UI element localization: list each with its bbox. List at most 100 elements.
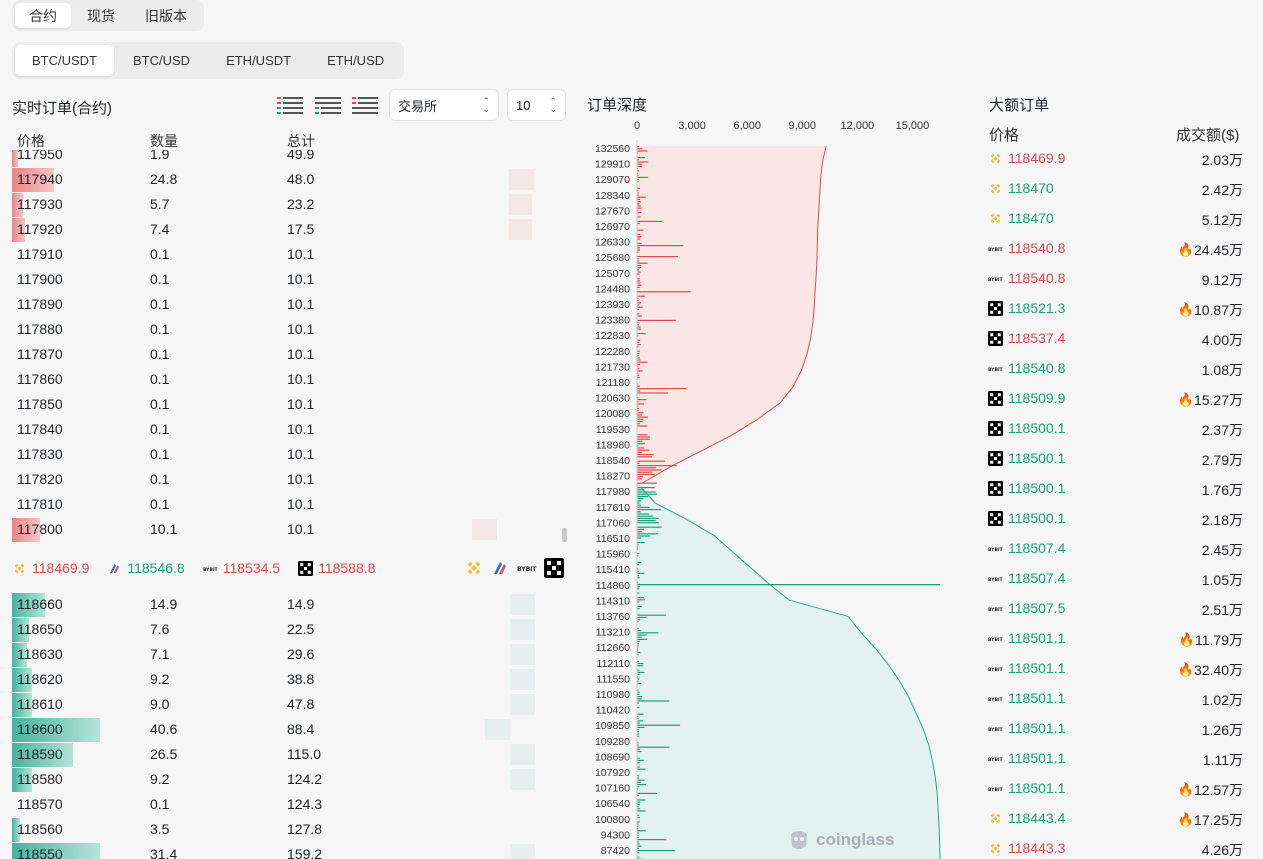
ask-row[interactable]: 117840 0.1 10.1: [12, 417, 572, 442]
huobi-logo-icon[interactable]: [490, 558, 510, 578]
ask-row[interactable]: 117820 0.1 10.1: [12, 467, 572, 492]
bids-price: 118630: [17, 646, 63, 662]
ask-level-bar: [637, 447, 645, 449]
big-order-row[interactable]: 118509.9 🔥 15.27万: [988, 384, 1243, 414]
asks-qty: 0.1: [150, 421, 170, 437]
bid-level-bar: [637, 751, 642, 753]
big-order-row[interactable]: 118470 5.12万: [988, 204, 1243, 234]
bybit-logo-icon: BYBIT: [203, 566, 218, 572]
bid-row[interactable]: 118660 14.9 14.9: [12, 592, 572, 617]
big-order-row[interactable]: 118443.4 🔥 17.25万: [988, 804, 1243, 834]
ask-row[interactable]: 117880 0.1 10.1: [12, 317, 572, 342]
pair-tab-1[interactable]: BTC/USD: [116, 45, 207, 76]
big-order-row[interactable]: BYBIT 118507.4 1.05万: [988, 564, 1243, 594]
bid-level-bar: [637, 665, 644, 667]
big-order-price: 118507.4: [1008, 540, 1066, 556]
ask-row[interactable]: 117940 24.8 48.0: [12, 167, 572, 192]
svg-text:BYBIT: BYBIT: [988, 727, 1003, 733]
big-order-row[interactable]: 118443.3 4.26万: [988, 834, 1243, 859]
big-order-row[interactable]: BYBIT 118501.1 1.02万: [988, 684, 1243, 714]
pair-tab-0[interactable]: BTC/USDT: [15, 45, 114, 76]
big-order-price: 118501.1: [1008, 750, 1066, 766]
big-order-amount-wrap: 🔥 24.45万: [1178, 240, 1243, 260]
bybit-logo-icon: BYBIT: [988, 277, 1003, 283]
big-order-amount: 12.57万: [1193, 782, 1243, 798]
asks-scrollbar[interactable]: [562, 528, 567, 542]
big-order-row[interactable]: BYBIT 118507.5 2.51万: [988, 594, 1243, 624]
ask-row[interactable]: 117910 0.1 10.1: [12, 242, 572, 267]
big-order-row[interactable]: BYBIT 118501.1 🔥 11.79万: [988, 624, 1243, 654]
market-tab-2[interactable]: 旧版本: [131, 3, 201, 28]
big-order-row[interactable]: BYBIT 118501.1 1.11万: [988, 744, 1243, 774]
ask-row[interactable]: 117800 10.1 10.1: [12, 517, 572, 542]
bid-level-bar: [637, 572, 645, 574]
bid-row[interactable]: 118590 26.5 115.0: [12, 742, 572, 767]
bid-row[interactable]: 118560 3.5 127.8: [12, 817, 572, 842]
big-order-row[interactable]: BYBIT 118540.8 🔥 24.45万: [988, 234, 1243, 264]
big-order-row[interactable]: BYBIT 118501.1 1.26万: [988, 714, 1243, 744]
binance-logo-icon: [14, 563, 25, 573]
okx-logo-icon[interactable]: [544, 558, 564, 578]
depth-select[interactable]: 10 ⌃ ⌄: [507, 89, 566, 121]
big-order-amount: 1.11万: [1202, 752, 1243, 768]
bid-row[interactable]: 118650 7.6 22.5: [12, 617, 572, 642]
bid-row[interactable]: 118610 9.0 47.8: [12, 692, 572, 717]
view-asks-icon[interactable]: [352, 96, 378, 114]
bid-row[interactable]: 118570 0.1 124.3: [12, 792, 572, 817]
ask-row[interactable]: 117900 0.1 10.1: [12, 267, 572, 292]
big-order-row[interactable]: 118470 2.42万: [988, 174, 1243, 204]
ask-row[interactable]: 117890 0.1 10.1: [12, 292, 572, 317]
big-order-row[interactable]: BYBIT 118540.8 9.12万: [988, 264, 1243, 294]
fire-icon: 🔥: [1177, 392, 1194, 407]
exchange-select[interactable]: 交易所 ⌃ ⌄: [389, 89, 499, 121]
market-tab-1[interactable]: 现货: [73, 3, 129, 28]
bid-level-bar: [637, 498, 644, 500]
big-order-row[interactable]: BYBIT 118501.1 🔥 12.57万: [988, 774, 1243, 804]
big-order-row[interactable]: 118469.9 2.03万: [988, 144, 1243, 174]
big-order-price: 118500.1: [1008, 420, 1066, 436]
ask-level-bar: [637, 229, 644, 231]
big-order-row[interactable]: 118500.1 2.18万: [988, 504, 1243, 534]
ask-row[interactable]: 117920 7.4 17.5: [12, 217, 572, 242]
ask-level-bar: [637, 418, 644, 420]
bid-row[interactable]: 118580 9.2 124.2: [12, 767, 572, 792]
ask-row[interactable]: 117810 0.1 10.1: [12, 492, 572, 517]
ask-row[interactable]: 117830 0.1 10.1: [12, 442, 572, 467]
bybit-logo-icon[interactable]: BYBIT: [516, 558, 538, 578]
okx-logo-icon: [988, 391, 1003, 406]
market-tab-0[interactable]: 合约: [15, 3, 71, 28]
ask-row[interactable]: 117850 0.1 10.1: [12, 392, 572, 417]
pair-tab-2[interactable]: ETH/USDT: [209, 45, 308, 76]
big-order-row[interactable]: BYBIT 118507.4 2.45万: [988, 534, 1243, 564]
big-order-row[interactable]: 118500.1 2.79万: [988, 444, 1243, 474]
ask-row[interactable]: 117860 0.1 10.1: [12, 367, 572, 392]
asks-qty: 0.1: [150, 346, 170, 362]
big-order-row[interactable]: 118500.1 1.76万: [988, 474, 1243, 504]
bid-level-bar: [637, 724, 681, 726]
view-both-icon[interactable]: [277, 96, 303, 114]
big-order-row[interactable]: 118521.3 🔥 10.87万: [988, 294, 1243, 324]
big-order-row[interactable]: BYBIT 118501.1 🔥 32.40万: [988, 654, 1243, 684]
view-bids-icon[interactable]: [315, 96, 341, 114]
bid-row[interactable]: 118620 9.2 38.8: [12, 667, 572, 692]
ask-level-bar: [637, 392, 668, 394]
binance-logo-icon[interactable]: [464, 558, 484, 578]
pair-tab-3[interactable]: ETH/USD: [310, 45, 401, 76]
big-order-row[interactable]: BYBIT 118540.8 1.08万: [988, 354, 1243, 384]
asks-price: 117910: [17, 246, 63, 262]
big-order-price: 118521.3: [1008, 300, 1066, 316]
big-order-row[interactable]: 118500.1 2.37万: [988, 414, 1243, 444]
bids-qty: 14.9: [150, 596, 178, 612]
bid-level-bar: [637, 792, 658, 794]
col-qty-header: 数量: [150, 133, 178, 149]
bid-row[interactable]: 118550 31.4 159.2: [12, 842, 572, 859]
bid-row[interactable]: 118630 7.1 29.6: [12, 642, 572, 667]
ask-level-bar: [637, 234, 641, 236]
y-tick-label: 94300: [601, 829, 630, 841]
bid-row[interactable]: 118600 40.6 88.4: [12, 717, 572, 742]
big-order-amount: 5.12万: [1201, 212, 1243, 228]
ask-row[interactable]: 117930 5.7 23.2: [12, 192, 572, 217]
big-order-row[interactable]: 118537.4 4.00万: [988, 324, 1243, 354]
bid-level-bar: [637, 614, 667, 616]
ask-row[interactable]: 117870 0.1 10.1: [12, 342, 572, 367]
